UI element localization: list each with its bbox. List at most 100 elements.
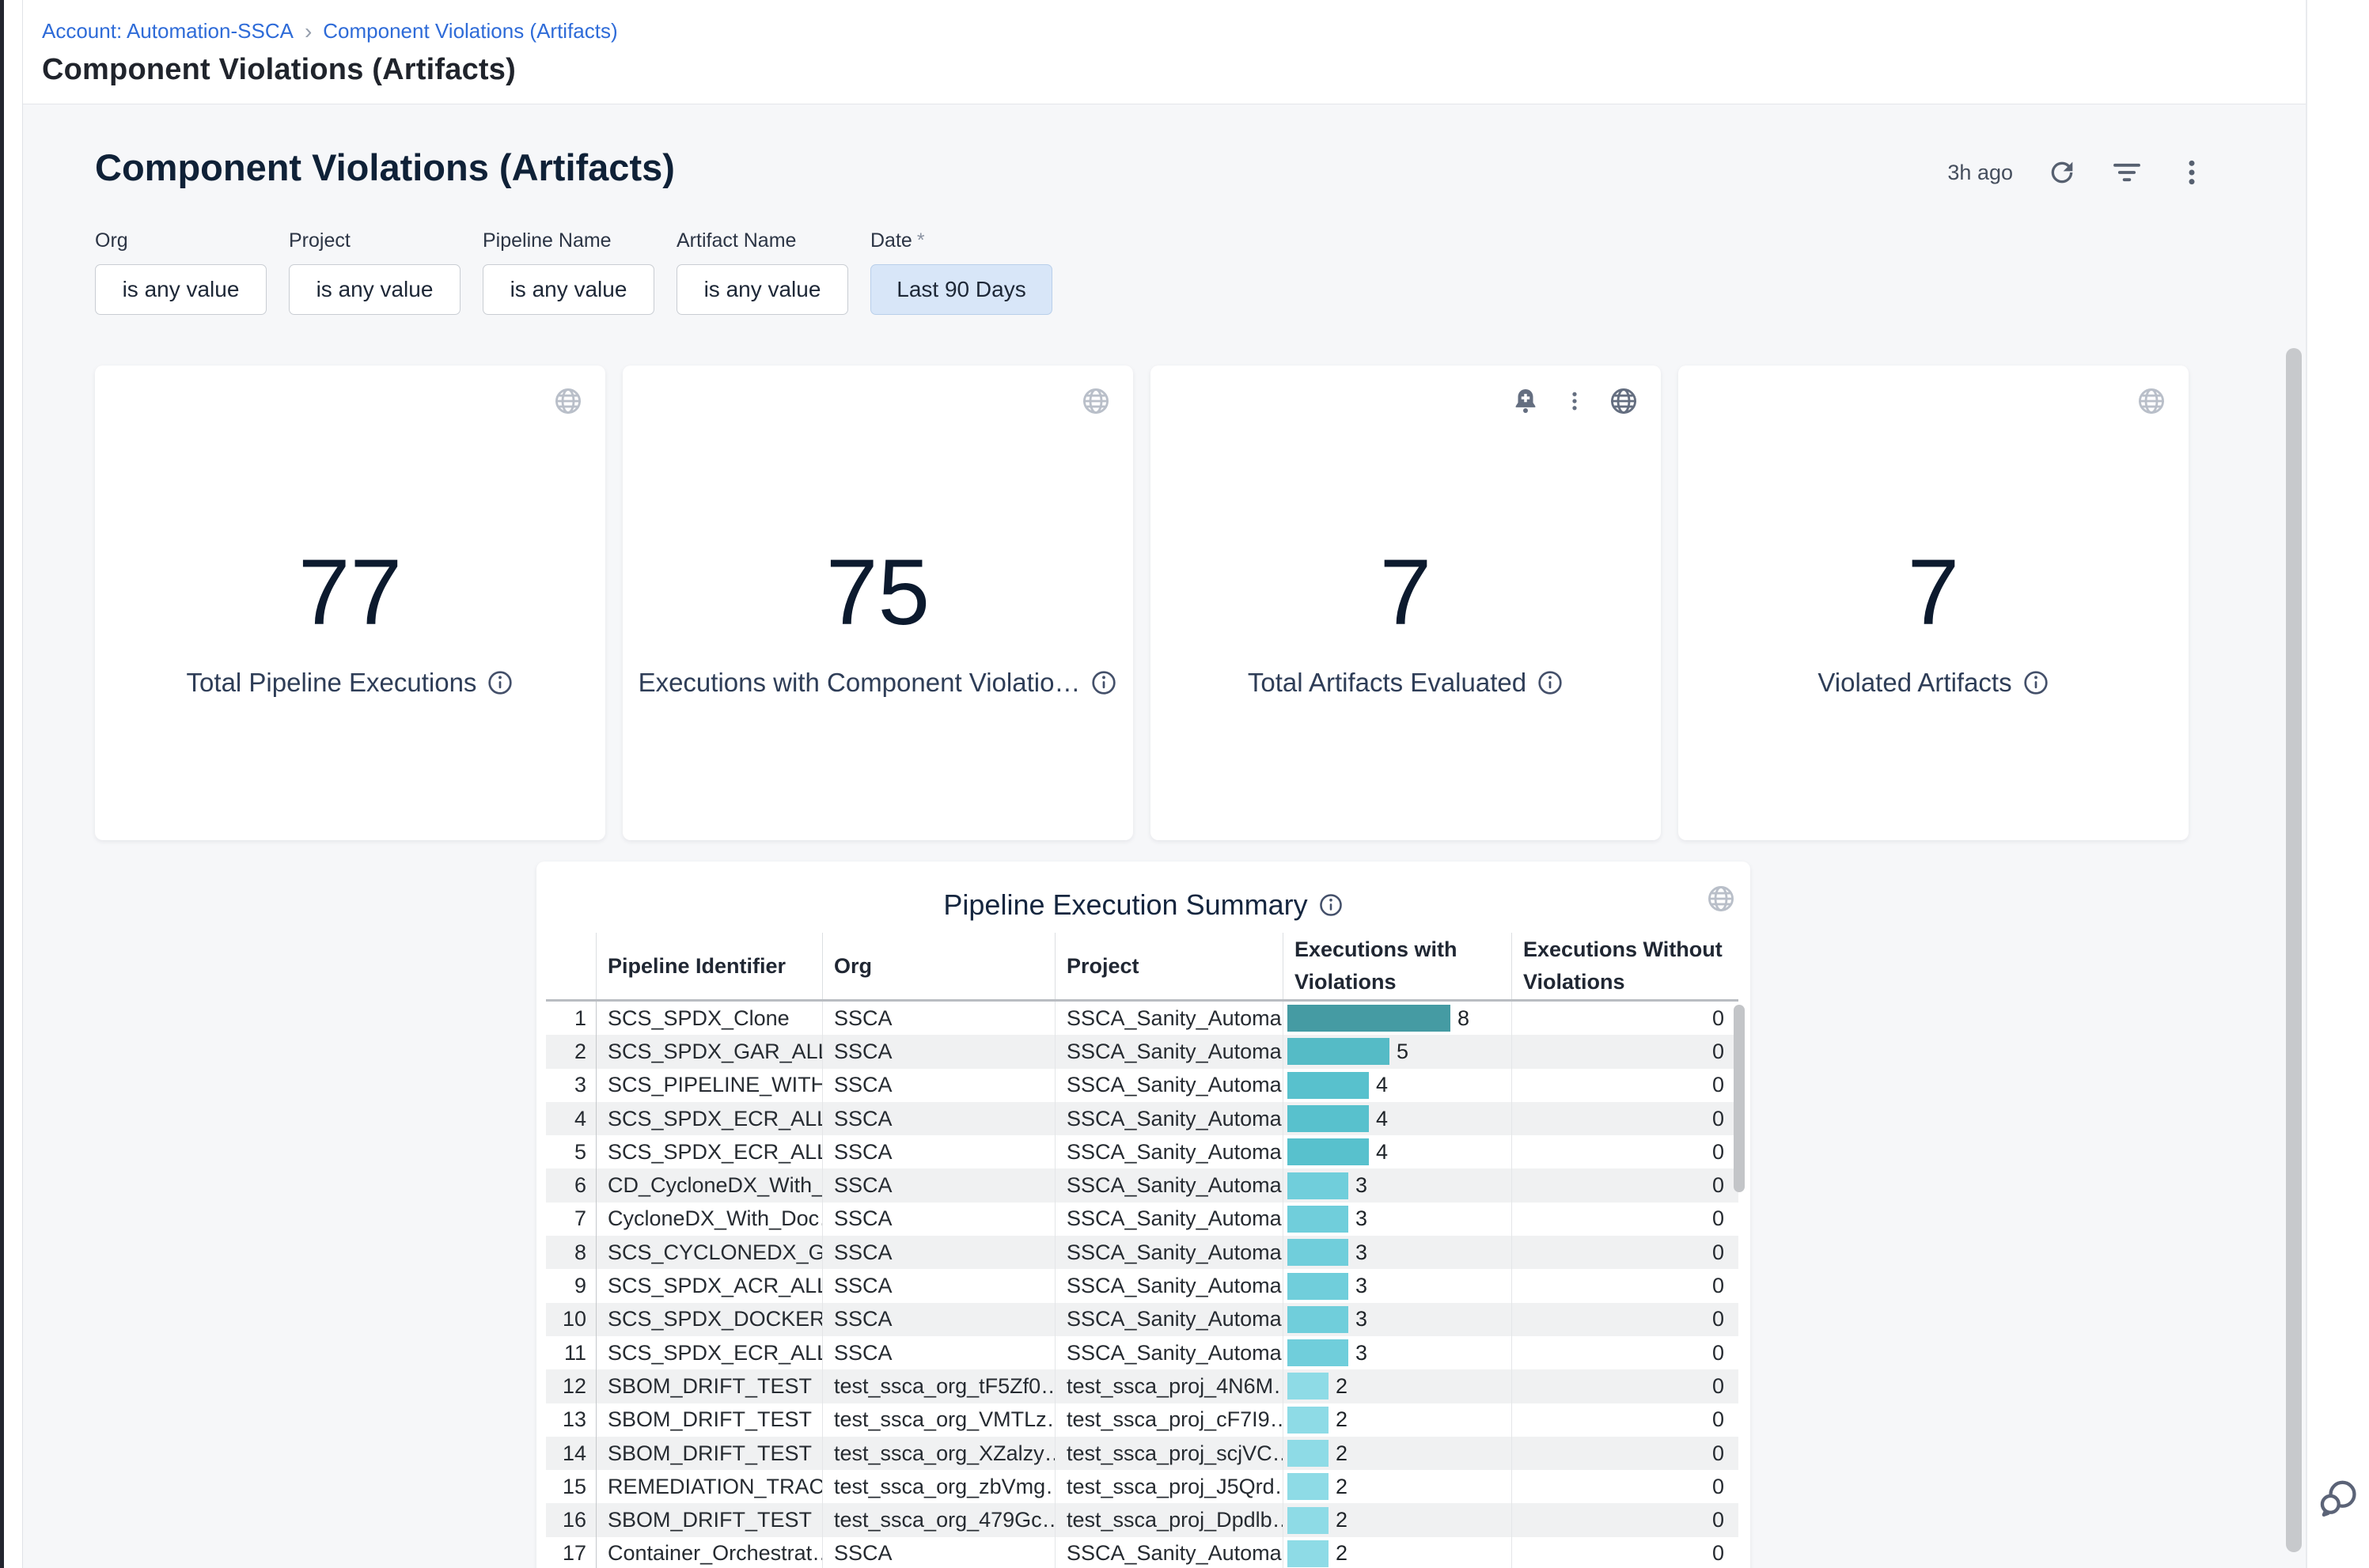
violations-bar[interactable] (1287, 1072, 1369, 1099)
bell-plus-icon[interactable] (1510, 386, 1541, 416)
org-cell[interactable]: SSCA (822, 1135, 1055, 1168)
project-cell[interactable]: SSCA_Sanity_Automa… (1055, 1002, 1283, 1035)
project-cell[interactable]: SSCA_Sanity_Automa… (1055, 1303, 1283, 1336)
violations-bar[interactable] (1287, 1239, 1348, 1266)
project-cell[interactable]: SSCA_Sanity_Automa… (1055, 1336, 1283, 1369)
violations-bar[interactable] (1287, 1306, 1348, 1333)
violations-bar-value[interactable]: 2 (1336, 1508, 1347, 1532)
kebab-menu-icon[interactable] (1563, 389, 1586, 413)
violations-bar[interactable] (1287, 1172, 1348, 1199)
violations-bar[interactable] (1287, 1373, 1329, 1399)
collapsed-sidenav[interactable] (4, 0, 23, 1568)
filter-pipeline-name-value[interactable]: is any value (483, 264, 654, 315)
project-cell[interactable]: SSCA_Sanity_Automa… (1055, 1069, 1283, 1102)
info-icon[interactable] (2022, 669, 2049, 696)
executions-without-violations-cell[interactable]: 0 (1511, 1369, 1738, 1403)
org-cell[interactable]: test_ssca_org_479Gc… (822, 1503, 1055, 1536)
table-scrollbar-thumb[interactable] (1734, 1005, 1745, 1192)
violations-bar-value[interactable]: 2 (1336, 1541, 1347, 1566)
violations-bar-value[interactable]: 5 (1397, 1040, 1408, 1064)
pipeline-identifier-cell[interactable]: SBOM_DRIFT_TEST (596, 1369, 822, 1403)
executions-with-violations-cell[interactable]: 4 (1283, 1102, 1511, 1135)
executions-with-violations-cell[interactable]: 2 (1283, 1437, 1511, 1470)
project-cell[interactable]: SSCA_Sanity_Automa… (1055, 1168, 1283, 1202)
executions-with-violations-cell[interactable]: 4 (1283, 1069, 1511, 1102)
org-cell[interactable]: SSCA (822, 1168, 1055, 1202)
pipeline-identifier-cell[interactable]: SCS_SPDX_Clone (596, 1002, 822, 1035)
pipeline-identifier-cell[interactable]: SBOM_DRIFT_TEST (596, 1403, 822, 1437)
pipeline-identifier-cell[interactable]: SCS_SPDX_ECR_ALL_… (596, 1102, 822, 1135)
pipeline-identifier-cell[interactable]: SCS_SPDX_ACR_ALL… (596, 1269, 822, 1302)
violations-bar-value[interactable]: 4 (1376, 1140, 1388, 1165)
executions-without-violations-cell[interactable]: 0 (1511, 1135, 1738, 1168)
executions-without-violations-cell[interactable]: 0 (1511, 1269, 1738, 1302)
violations-bar-value[interactable]: 3 (1355, 1206, 1367, 1231)
project-cell[interactable]: SSCA_Sanity_Automa… (1055, 1035, 1283, 1068)
breadcrumb-account-link[interactable]: Account: Automation-SSCA (42, 19, 294, 44)
violations-bar[interactable] (1287, 1206, 1348, 1233)
executions-without-violations-cell[interactable]: 0 (1511, 1403, 1738, 1437)
violations-bar-value[interactable]: 3 (1355, 1240, 1367, 1265)
pipeline-identifier-cell[interactable]: CD_CycloneDX_With_… (596, 1168, 822, 1202)
executions-with-violations-cell[interactable]: 2 (1283, 1537, 1511, 1568)
executions-without-violations-cell[interactable]: 0 (1511, 1035, 1738, 1068)
org-cell[interactable]: SSCA (822, 1269, 1055, 1302)
violations-bar[interactable] (1287, 1005, 1450, 1032)
executions-with-violations-cell[interactable]: 5 (1283, 1035, 1511, 1068)
kebab-menu-icon[interactable] (2176, 157, 2208, 188)
org-cell[interactable]: SSCA (822, 1236, 1055, 1269)
executions-with-violations-cell[interactable]: 3 (1283, 1303, 1511, 1336)
executions-with-violations-cell[interactable]: 2 (1283, 1470, 1511, 1503)
chat-bubbles-icon[interactable] (2317, 1478, 2358, 1519)
pipeline-identifier-cell[interactable]: SCS_SPDX_GAR_ALL… (596, 1035, 822, 1068)
pipeline-identifier-cell[interactable]: SBOM_DRIFT_TEST (596, 1503, 822, 1536)
violations-bar[interactable] (1287, 1540, 1329, 1567)
executions-with-violations-cell[interactable]: 3 (1283, 1168, 1511, 1202)
executions-without-violations-cell[interactable]: 0 (1511, 1203, 1738, 1236)
filter-project-value[interactable]: is any value (289, 264, 461, 315)
breadcrumb-current-link[interactable]: Component Violations (Artifacts) (323, 19, 617, 44)
violations-bar[interactable] (1287, 1038, 1389, 1065)
executions-without-violations-cell[interactable]: 0 (1511, 1470, 1738, 1503)
kpi-value[interactable]: 77 (298, 546, 402, 639)
filter-org-value[interactable]: is any value (95, 264, 267, 315)
column-header-executions-with-violations[interactable]: Executions with Violations (1283, 933, 1511, 999)
executions-without-violations-cell[interactable]: 0 (1511, 1002, 1738, 1035)
violations-bar-value[interactable]: 4 (1376, 1107, 1388, 1131)
project-cell[interactable]: SSCA_Sanity_Automa… (1055, 1135, 1283, 1168)
info-icon[interactable] (1318, 892, 1344, 918)
executions-with-violations-cell[interactable]: 2 (1283, 1503, 1511, 1536)
pipeline-identifier-cell[interactable]: SCS_SPDX_DOCKER_… (596, 1303, 822, 1336)
org-cell[interactable]: SSCA (822, 1537, 1055, 1568)
violations-bar[interactable] (1287, 1138, 1369, 1165)
executions-with-violations-cell[interactable]: 2 (1283, 1369, 1511, 1403)
column-header-pipeline-identifier[interactable]: Pipeline Identifier (596, 933, 822, 999)
pipeline-identifier-cell[interactable]: Container_Orchestrat… (596, 1537, 822, 1568)
kpi-value[interactable]: 7 (1908, 546, 1960, 639)
project-cell[interactable]: SSCA_Sanity_Automa… (1055, 1269, 1283, 1302)
violations-bar-value[interactable]: 3 (1355, 1173, 1367, 1198)
column-header-org[interactable]: Org (822, 933, 1055, 999)
executions-without-violations-cell[interactable]: 0 (1511, 1102, 1738, 1135)
violations-bar-value[interactable]: 2 (1336, 1407, 1347, 1432)
violations-bar[interactable] (1287, 1273, 1348, 1300)
org-cell[interactable]: test_ssca_org_zbVmg… (822, 1470, 1055, 1503)
executions-without-violations-cell[interactable]: 0 (1511, 1168, 1738, 1202)
org-cell[interactable]: test_ssca_org_VMTLz… (822, 1403, 1055, 1437)
executions-with-violations-cell[interactable]: 3 (1283, 1203, 1511, 1236)
executions-without-violations-cell[interactable]: 0 (1511, 1236, 1738, 1269)
violations-bar[interactable] (1287, 1473, 1329, 1500)
project-cell[interactable]: test_ssca_proj_scjVC… (1055, 1437, 1283, 1470)
pipeline-identifier-cell[interactable]: CycloneDX_With_Doc… (596, 1203, 822, 1236)
column-header-executions-without-violations[interactable]: Executions Without Violations (1511, 933, 1738, 999)
pipeline-identifier-cell[interactable]: SCS_SPDX_ECR_ALL_… (596, 1336, 822, 1369)
org-cell[interactable]: test_ssca_org_tF5Zf0… (822, 1369, 1055, 1403)
project-cell[interactable]: test_ssca_proj_4N6M… (1055, 1369, 1283, 1403)
executions-without-violations-cell[interactable]: 0 (1511, 1069, 1738, 1102)
project-cell[interactable]: test_ssca_proj_Dpdlb… (1055, 1503, 1283, 1536)
project-cell[interactable]: SSCA_Sanity_Automa… (1055, 1537, 1283, 1568)
kpi-value[interactable]: 7 (1380, 546, 1432, 639)
executions-without-violations-cell[interactable]: 0 (1511, 1503, 1738, 1536)
filter-artifact-name-value[interactable]: is any value (677, 264, 848, 315)
violations-bar-value[interactable]: 3 (1355, 1341, 1367, 1365)
